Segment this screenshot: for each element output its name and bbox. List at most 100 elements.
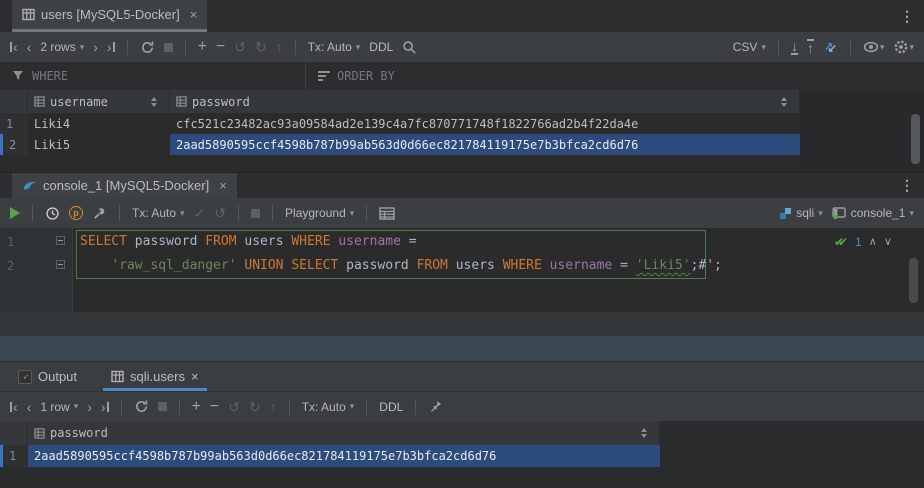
commit-icon: ↺ — [255, 40, 267, 54]
datagrip-window: users [MySQL5-Docker] × ⋮ ‹ ‹ 2 rows▾ › … — [0, 0, 924, 488]
table-row[interactable]: 1 2aad5890595ccf4598b787b99ab563d0d66ec8… — [0, 445, 924, 467]
tab-console-1[interactable]: console_1 [MySQL5-Docker] × — [12, 173, 237, 198]
where-filter-field[interactable]: WHERE — [0, 62, 80, 90]
sql-line-1[interactable]: SELECT password FROM users WHERE usernam… — [80, 230, 417, 254]
tool-window-splitter[interactable] — [0, 336, 924, 361]
column-header-password[interactable]: password — [170, 90, 800, 113]
stop-icon — [158, 402, 167, 411]
kebab-menu-icon[interactable]: ⋮ — [890, 177, 924, 194]
tab-sqli-users[interactable]: sqli.users × — [101, 362, 209, 391]
parameters-icon[interactable]: p — [69, 206, 83, 220]
previous-problem-icon[interactable]: ∧ — [869, 230, 877, 254]
table-icon — [111, 370, 124, 383]
stop-icon — [251, 209, 260, 218]
refresh-icon[interactable] — [140, 40, 155, 55]
add-row-button[interactable]: + — [192, 400, 201, 414]
next-row-button[interactable]: › — [87, 400, 92, 414]
fold-marker-icon[interactable] — [56, 260, 65, 269]
inspection-indicator[interactable]: ✔✔ 1 ∧ ∨ — [834, 230, 892, 254]
tab-label: sqli.users — [130, 369, 185, 384]
sql-line-2[interactable]: 'raw_sql_danger' UNION SELECT password F… — [80, 254, 722, 278]
session-switcher[interactable]: console_1▾ — [832, 206, 914, 220]
cell-username[interactable]: Liki5 — [28, 134, 170, 155]
chevron-down-icon: ▾ — [74, 401, 79, 412]
console-splitter-area — [0, 312, 924, 336]
cell-username[interactable]: Liki4 — [28, 113, 170, 134]
compare-icon[interactable] — [823, 40, 838, 55]
chevron-down-icon: ▾ — [350, 208, 355, 219]
playground-dropdown[interactable]: Playground▾ — [285, 206, 354, 220]
fold-marker-icon[interactable] — [56, 236, 65, 245]
next-problem-icon[interactable]: ∨ — [884, 230, 892, 254]
table-row[interactable]: 1 Liki4 cfc521c23482ac93a09584ad2e139c4a… — [0, 113, 924, 134]
sort-icon[interactable] — [641, 428, 647, 438]
add-row-button[interactable]: + — [198, 40, 207, 54]
sort-icon[interactable] — [781, 97, 787, 107]
close-icon[interactable]: × — [190, 7, 198, 22]
page-size-dropdown[interactable]: 1 row▾ — [40, 400, 78, 414]
tab-output[interactable]: ↓ Output — [8, 362, 87, 391]
tx-mode-dropdown[interactable]: Tx: Auto▾ — [302, 400, 355, 414]
first-row-button[interactable]: ‹ — [10, 400, 18, 414]
console-session-icon — [832, 206, 847, 220]
table-row[interactable]: 2 Liki5 2aad5890595ccf4598b787b99ab563d0… — [0, 134, 924, 155]
schema-switcher[interactable]: sqli▾ — [779, 206, 823, 220]
search-icon[interactable] — [402, 40, 417, 55]
cell-password[interactable]: cfc521c23482ac93a09584ad2e139c4a7fc87077… — [170, 113, 800, 134]
close-icon[interactable]: × — [219, 178, 227, 193]
tx-mode-dropdown[interactable]: Tx: Auto▾ — [132, 206, 185, 220]
close-icon[interactable]: × — [191, 369, 199, 384]
sql-editor[interactable]: 1 2 SELECT password FROM users WHERE use… — [0, 228, 924, 312]
previous-row-button[interactable]: ‹ — [27, 400, 32, 414]
cell-password-selected[interactable]: 2aad5890595ccf4598b787b99ab563d0d66ec821… — [28, 445, 660, 467]
upload-icon[interactable]: ↑ — [807, 39, 814, 55]
chevron-down-icon: ▾ — [356, 42, 361, 53]
editor-scrollbar[interactable] — [909, 258, 918, 303]
chevron-down-icon: ▾ — [180, 208, 185, 219]
kebab-menu-icon[interactable]: ⋮ — [890, 8, 924, 25]
filter-funnel-icon — [12, 70, 25, 82]
last-row-button[interactable]: › — [107, 40, 115, 54]
run-button[interactable] — [10, 207, 20, 219]
editor-gutter: 1 2 — [0, 228, 73, 312]
cell-password-selected[interactable]: 2aad5890595ccf4598b787b99ab563d0d66ec821… — [170, 134, 800, 155]
chevron-down-icon: ▾ — [350, 401, 355, 412]
revert-icon: ↺ — [234, 40, 246, 54]
first-row-button[interactable]: ‹ — [10, 40, 18, 54]
pin-icon[interactable] — [428, 399, 443, 414]
column-icon — [176, 96, 187, 107]
delete-row-button[interactable]: − — [216, 40, 225, 54]
export-format-dropdown[interactable]: CSV▾ — [733, 40, 766, 54]
download-icon[interactable]: ↓ — [791, 39, 798, 55]
commit-check-icon: ✓ — [194, 206, 206, 220]
gear-icon[interactable]: ▾ — [893, 39, 914, 55]
column-header-password[interactable]: password — [28, 421, 660, 445]
vertical-scrollbar[interactable] — [911, 114, 920, 164]
next-row-button[interactable]: › — [93, 40, 98, 54]
order-by-field[interactable]: ORDER BY — [306, 62, 407, 90]
tab-users-table[interactable]: users [MySQL5-Docker] × — [12, 0, 207, 32]
stop-icon — [164, 43, 173, 52]
tab-title: console_1 [MySQL5-Docker] — [43, 178, 209, 193]
grid-filter-bar: WHERE ORDER BY — [0, 62, 924, 90]
ddl-button[interactable]: DDL — [379, 400, 403, 414]
console-tab-bar: console_1 [MySQL5-Docker] × ⋮ — [0, 172, 924, 198]
refresh-icon[interactable] — [134, 399, 149, 414]
column-header-username[interactable]: username — [28, 90, 170, 113]
sort-icon[interactable] — [151, 97, 157, 107]
result-view-icon[interactable] — [379, 207, 395, 220]
delete-row-button[interactable]: − — [210, 400, 219, 414]
grid-toolbar: ‹ ‹ 2 rows▾ › › + − ↺ ↺ ↑ Tx: Auto▾ DDL … — [0, 32, 924, 62]
history-clock-icon[interactable] — [45, 206, 60, 221]
view-options-icon[interactable]: ▾ — [863, 41, 885, 54]
page-size-dropdown[interactable]: 2 rows▾ — [40, 40, 84, 54]
last-row-button[interactable]: › — [101, 400, 109, 414]
revert-icon: ↺ — [228, 400, 240, 414]
output-icon: ↓ — [18, 370, 32, 384]
previous-row-button[interactable]: ‹ — [27, 40, 32, 54]
row-number: 1 — [0, 113, 28, 134]
ddl-button[interactable]: DDL — [369, 40, 393, 54]
wrench-icon[interactable] — [92, 206, 107, 221]
tx-mode-dropdown[interactable]: Tx: Auto▾ — [308, 40, 361, 54]
chevron-down-icon: ▾ — [818, 208, 823, 219]
